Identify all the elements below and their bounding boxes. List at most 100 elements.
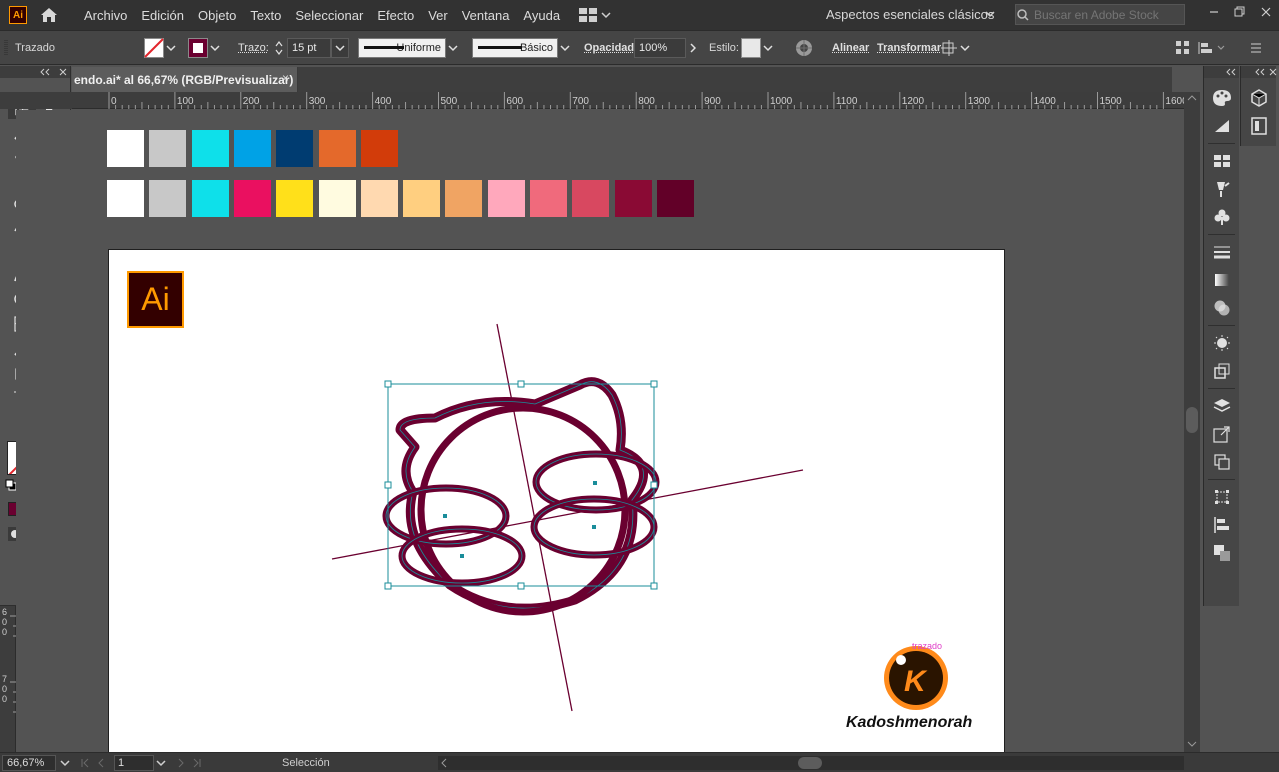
brush-definition-dropdown[interactable]: Básico [472,31,572,64]
horizontal-ruler[interactable]: 0 100 200 300 400 500 600 700 800 900 1000 1100 1200… [72,92,1188,109]
align-panel-tab-button[interactable] [1204,511,1240,539]
menu-seleccionar[interactable]: Seleccionar [288,8,370,23]
transparency-panel-button[interactable] [1204,294,1240,322]
stroke-panel-button[interactable] [1204,238,1240,266]
menu-ventana[interactable]: Ventana [455,8,517,23]
transparency-icon [1214,300,1230,316]
close-tab-button[interactable]: × [282,71,289,85]
chevron-down-icon [601,12,611,19]
first-artboard-icon[interactable] [80,758,90,768]
current-tool-status: Selección [282,756,330,769]
arrange-documents-button[interactable] [579,8,613,22]
chevron-down-icon[interactable] [985,10,995,18]
artboards-panel-button[interactable] [1204,448,1240,476]
arrange-documents-icon [579,8,598,22]
workspace-selector[interactable]: Aspectos esenciales clásicos [826,7,994,22]
close-icon[interactable] [1269,68,1277,76]
chevron-down-icon[interactable] [58,758,72,768]
close-button[interactable] [1253,0,1279,24]
previous-artboard-icon[interactable] [96,758,106,768]
stroke-weight-stepper[interactable]: 15 pt [271,31,349,64]
opacity-dropdown[interactable]: 100% [634,31,700,64]
brushes-panel-button[interactable] [1204,175,1240,203]
collapse-panel-icon[interactable] [40,68,50,76]
export-panel-button[interactable] [1204,420,1240,448]
artboard-nav-next-last [176,758,202,768]
graphic-styles-panel-button[interactable] [1204,357,1240,385]
restore-button[interactable] [1227,0,1253,24]
menu-ver[interactable]: Ver [421,8,455,23]
libraries-panel-button[interactable] [1241,84,1277,112]
menu-efecto[interactable]: Efecto [370,8,421,23]
align-panel-button[interactable] [1176,31,1190,64]
properties-panel-button[interactable] [1241,112,1277,140]
fill-none-swatch-icon [144,37,164,58]
fill-color-dropdown[interactable] [144,31,178,64]
zoom-level-input[interactable]: 66,67% [2,754,56,771]
horizontal-scrollbar-thumb[interactable] [798,757,822,769]
home-icon[interactable] [39,5,59,25]
opacity-label[interactable]: Opacidad: [584,42,638,54]
graphic-style-dropdown[interactable] [741,31,775,64]
last-artboard-icon[interactable] [192,758,202,768]
horizontal-scrollbar[interactable] [438,756,1184,770]
next-artboard-icon[interactable] [176,758,186,768]
swatches-panel-button[interactable] [1204,147,1240,175]
vertical-ruler[interactable]: 6 0 0 7 0 0 [0,606,16,752]
gradient-panel-button[interactable] [1204,266,1240,294]
window-controls [1201,0,1279,24]
tools-panel-header[interactable] [0,66,70,78]
scrollbar-thumb[interactable] [1186,407,1198,433]
minimize-button[interactable] [1201,0,1227,24]
expand-panels-icon[interactable] [1226,68,1236,76]
expand-panels-icon[interactable] [1255,68,1265,76]
artwork[interactable]: K Kadoshmenorah trazado [16,110,1184,752]
stroke-weight-input[interactable]: 15 pt [287,37,331,58]
align-button[interactable]: Alinear [832,42,869,54]
scroll-down-icon[interactable] [1187,740,1197,748]
menu-archivo[interactable]: Archivo [77,8,134,23]
ruler-tick-label: 1400 [1034,96,1057,107]
menu-ayuda[interactable]: Ayuda [516,8,567,23]
graphic-style-swatch[interactable] [741,37,761,58]
libraries-cube-icon [1251,89,1267,107]
stepper-arrows-icon[interactable] [271,38,287,58]
control-menu-button[interactable] [1250,31,1262,64]
ruler-origin[interactable] [0,92,72,109]
transform-button[interactable]: Transformar [877,42,941,54]
ruler-tick-label: 300 [309,96,326,107]
color-guide-panel-button[interactable] [1204,112,1240,140]
opacity-input[interactable]: 100% [634,37,686,58]
brush-basic-label: Básico [519,41,553,54]
cat-head-path [382,377,660,616]
scroll-left-icon[interactable] [440,758,448,768]
appearance-panel-button[interactable] [1204,329,1240,357]
color-panel-button[interactable] [1204,84,1240,112]
chevron-down-icon [210,44,220,51]
chevron-down-icon [448,44,458,51]
canvas[interactable]: Ai K Kadoshmenorah trazado [16,110,1184,752]
chevron-down-icon[interactable] [154,758,168,768]
transform-panel-button[interactable] [1204,483,1240,511]
scroll-up-icon[interactable] [1187,94,1197,102]
arrange-button[interactable] [1198,31,1226,64]
menu-objeto[interactable]: Objeto [191,8,243,23]
variable-width-profile-dropdown[interactable]: Uniforme [358,31,460,64]
kadoshmenorah-watermark: K Kadoshmenorah trazado [846,641,972,731]
stock-search[interactable] [1015,4,1185,25]
symbols-panel-button[interactable] [1204,203,1240,231]
stroke-label[interactable]: Trazo: [238,42,269,54]
pathfinder-panel-button[interactable] [1204,539,1240,567]
menu-edicion[interactable]: Edición [134,8,191,23]
layers-panel-button[interactable] [1204,392,1240,420]
menu-texto[interactable]: Texto [243,8,288,23]
vertical-scrollbar[interactable] [1184,92,1200,752]
stroke-color-dropdown[interactable] [188,31,222,64]
recolor-artwork-button[interactable] [795,31,813,64]
close-icon[interactable] [59,68,67,76]
search-input[interactable] [1034,7,1174,22]
document-tab[interactable]: endo.ai* al 66,67% (RGB/Previsualizar) × [72,67,298,92]
isolate-button[interactable] [940,31,972,64]
grip-icon[interactable] [4,31,8,64]
artboard-number-input[interactable]: 1 [114,754,154,771]
